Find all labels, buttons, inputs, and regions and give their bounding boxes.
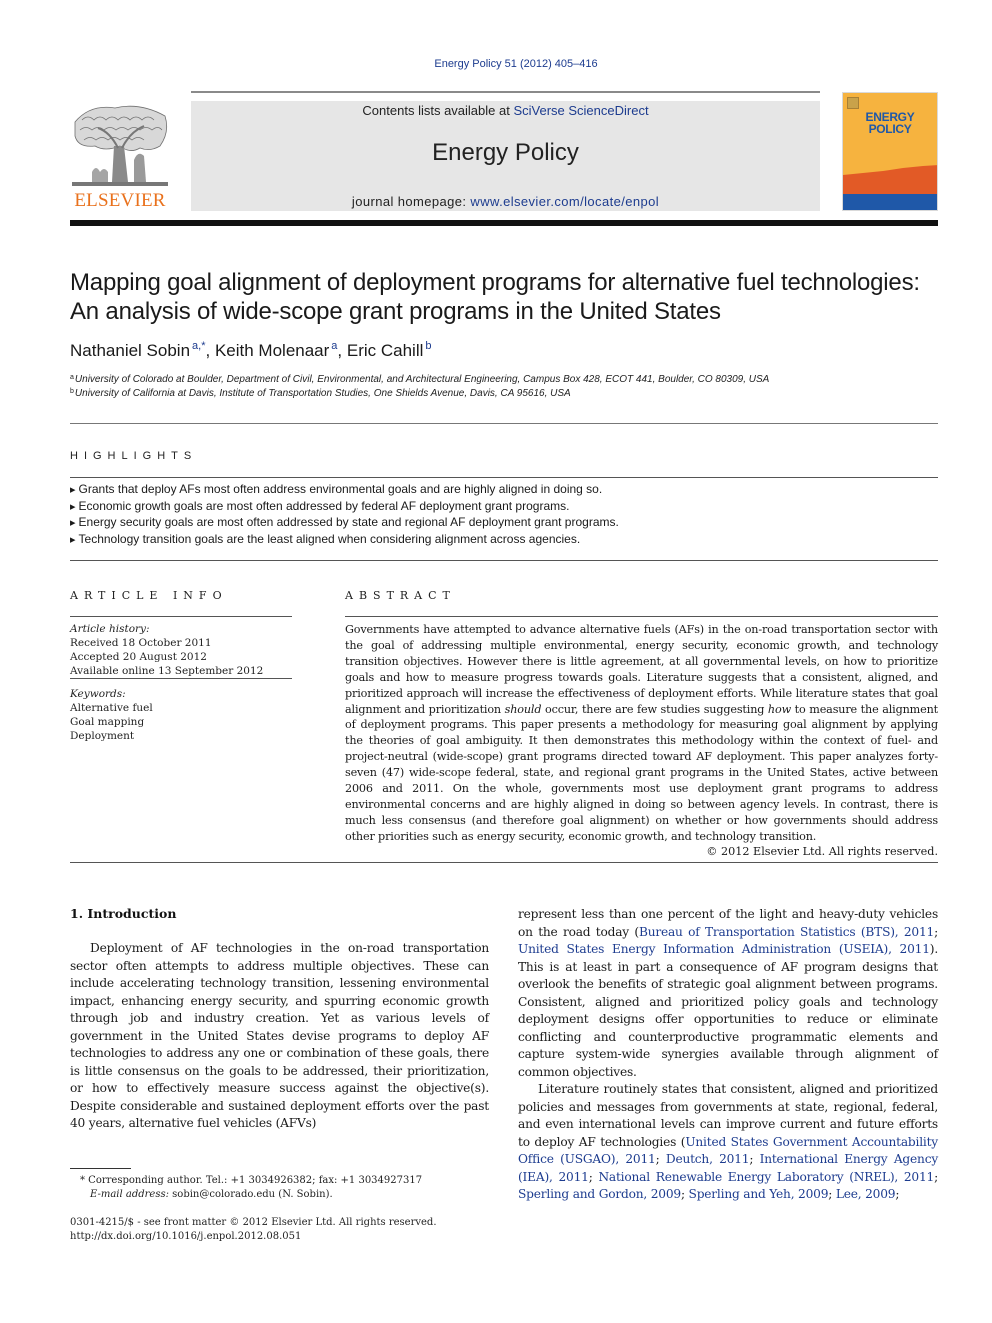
highlight-item: Energy security goals are most often add…	[70, 515, 938, 532]
divider	[345, 616, 938, 617]
article-title: Mapping goal alignment of deployment pro…	[70, 269, 920, 325]
cover-graphic-icon	[843, 165, 937, 210]
email-line: E-mail address: sobin@colorado.edu (N. S…	[80, 1188, 500, 1202]
received-date: Received 18 October 2011	[70, 637, 212, 649]
separator: ;	[749, 1152, 760, 1166]
divider	[70, 678, 292, 679]
journal-citation-link[interactable]: Energy Policy 51 (2012) 405–416	[0, 58, 992, 70]
author-name[interactable]: Nathaniel Sobin	[70, 341, 190, 360]
text-segment: ). This is at least in part a consequenc…	[518, 942, 938, 1079]
keywords-label: Keywords:	[70, 688, 126, 700]
masthead-divider	[70, 220, 938, 226]
email-label: E-mail address:	[90, 1189, 169, 1200]
homepage-line: journal homepage: www.elsevier.com/locat…	[191, 194, 820, 209]
citation-link[interactable]: Lee, 2009	[836, 1187, 896, 1201]
divider	[70, 616, 292, 617]
keyword: Alternative fuel	[70, 702, 153, 714]
abstract-emphasis: should	[504, 702, 542, 716]
separator: ;	[895, 1187, 900, 1201]
cover-title-line2: POLICY	[868, 122, 912, 136]
contents-line: Contents lists available at SciVerse Sci…	[191, 103, 820, 118]
author-affiliation-mark[interactable]: b	[425, 340, 431, 352]
journal-cover-image: ENERGY POLICY	[842, 92, 938, 211]
keyword: Goal mapping	[70, 716, 145, 728]
elsevier-tree-icon	[72, 105, 168, 186]
citation-link[interactable]: Sperling and Yeh, 2009	[689, 1187, 829, 1201]
abstract-copyright: © 2012 Elsevier Ltd. All rights reserved…	[706, 845, 938, 858]
highlights-list: Grants that deploy AFs most often addres…	[70, 482, 938, 549]
divider	[70, 862, 938, 863]
abstract-emphasis: how	[767, 702, 791, 716]
affiliation-text: University of Colorado at Boulder, Depar…	[74, 374, 770, 385]
accepted-date: Accepted 20 August 2012	[70, 651, 207, 663]
section-heading-introduction: 1. Introduction	[70, 906, 177, 921]
author-list: Nathaniel Sobin a,*, Keith Molenaar a, Eri…	[70, 340, 432, 360]
header-rule	[191, 91, 820, 93]
affiliation-mark: a	[70, 374, 74, 381]
keywords: Keywords: Alternative fuel Goal mapping …	[70, 687, 292, 743]
journal-homepage-link[interactable]: www.elsevier.com/locate/enpol	[470, 194, 659, 209]
elsevier-wordmark: ELSEVIER	[74, 190, 166, 211]
affiliation-mark: b	[70, 388, 74, 395]
separator: ;	[655, 1152, 666, 1166]
article-info-heading: ARTICLE INFO	[70, 589, 228, 602]
divider	[70, 477, 938, 478]
highlight-item: Grants that deploy AFs most often addres…	[70, 482, 938, 499]
highlight-item: Economic growth goals are most often add…	[70, 499, 938, 516]
text-segment: ;	[934, 924, 938, 939]
separator: ;	[828, 1187, 836, 1201]
author-affiliation-mark[interactable]: a,*	[192, 340, 205, 352]
email-address[interactable]: sobin@colorado.edu (N. Sobin).	[169, 1189, 333, 1200]
author-name[interactable]: Keith Molenaar	[215, 341, 329, 360]
divider	[70, 423, 938, 424]
citation-link[interactable]: National Renewable Energy Laboratory (NR…	[598, 1170, 934, 1184]
doi-link[interactable]: http://dx.doi.org/10.1016/j.enpol.2012.0…	[70, 1230, 500, 1244]
separator: ;	[588, 1169, 599, 1184]
footnote-rule	[70, 1168, 131, 1169]
citation-link[interactable]: Bureau of Transportation Statistics (BTS…	[639, 925, 934, 939]
divider	[70, 560, 938, 561]
corresponding-author-note: * Corresponding author. Tel.: +1 3034926…	[70, 1174, 500, 1202]
contents-prefix: Contents lists available at	[362, 103, 514, 118]
online-date: Available online 13 September 2012	[70, 665, 264, 677]
elsevier-logo: ELSEVIER	[68, 100, 172, 212]
journal-masthead: Contents lists available at SciVerse Sci…	[191, 101, 820, 211]
citation-link[interactable]: United States Energy Information Adminis…	[518, 942, 930, 956]
abstract-text: Governments have attempted to advance al…	[345, 622, 938, 845]
separator: ;	[934, 1169, 938, 1184]
cover-title: ENERGY POLICY	[843, 111, 937, 135]
body-paragraph: Literature routinely states that consist…	[518, 1081, 938, 1204]
body-paragraph: Deployment of AF technologies in the on-…	[70, 941, 489, 1130]
author-name[interactable]: Eric Cahill	[347, 341, 424, 360]
journal-title: Energy Policy	[432, 139, 579, 166]
author-affiliation-mark[interactable]: a	[331, 340, 337, 352]
sciencedirect-link[interactable]: SciVerse ScienceDirect	[513, 103, 648, 118]
affiliation-a: aUniversity of Colorado at Boulder, Depa…	[70, 374, 769, 385]
citation-link[interactable]: Sperling and Gordon, 2009	[518, 1187, 681, 1201]
abstract-segment: to measure the alignment of deployment p…	[345, 702, 938, 843]
keyword: Deployment	[70, 730, 135, 742]
separator: ;	[680, 1187, 689, 1201]
abstract-segment: occur, there are few studies suggesting	[541, 702, 768, 716]
history-label: Article history:	[70, 623, 150, 635]
body-column-left: Deployment of AF technologies in the on-…	[70, 940, 489, 1133]
affiliation-text: University of California at Davis, Insti…	[74, 388, 571, 399]
corresponding-author: * Corresponding author. Tel.: +1 3034926…	[80, 1175, 423, 1186]
affiliation-b: bUniversity of California at Davis, Inst…	[70, 388, 571, 399]
body-paragraph: represent less than one percent of the l…	[518, 906, 938, 1081]
abstract-heading: ABSTRACT	[345, 589, 456, 602]
article-history: Article history: Received 18 October 201…	[70, 622, 292, 678]
body-column-right: represent less than one percent of the l…	[518, 906, 938, 1204]
highlights-heading: HIGHLIGHTS	[70, 450, 198, 462]
elsevier-mini-logo-icon	[847, 97, 859, 109]
highlight-item: Technology transition goals are the leas…	[70, 532, 938, 549]
issn-line: 0301-4215/$ - see front matter © 2012 El…	[70, 1217, 437, 1228]
citation-link[interactable]: Deutch, 2011	[666, 1152, 750, 1166]
homepage-prefix: journal homepage:	[351, 194, 471, 209]
